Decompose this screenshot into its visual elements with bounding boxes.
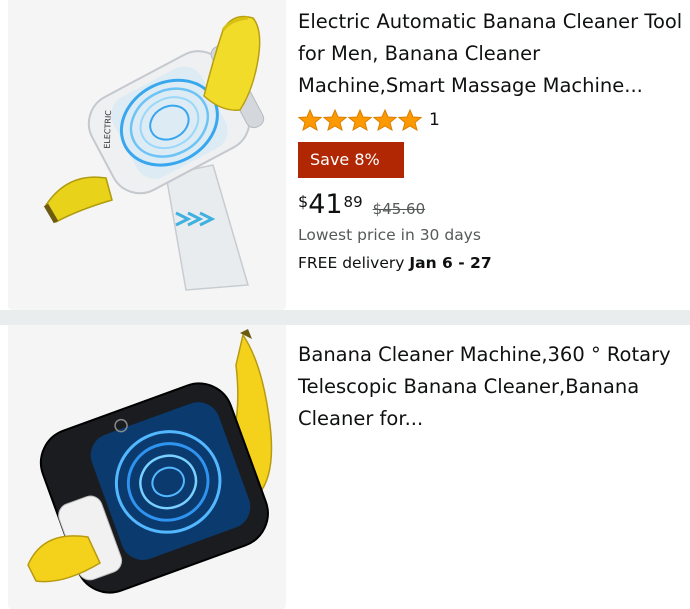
save-badge: Save 8% (298, 142, 404, 178)
device-brand-text: ELECTRIC (103, 110, 113, 149)
product-info: Electric Automatic Banana Cleaner Tool f… (298, 6, 683, 272)
price-row: $ 41 89 $45.60 (298, 190, 683, 224)
lowest-price-note: Lowest price in 30 days (298, 226, 481, 244)
product-title[interactable]: Banana Cleaner Machine,360 ° Rotary Tele… (298, 339, 683, 435)
product-image[interactable] (8, 325, 286, 609)
product-card[interactable]: ELECTRIC Electric Automatic Banana Clean… (0, 0, 690, 310)
delivery-info: FREE delivery Jan 6 - 27 (298, 254, 683, 272)
delivery-dates: Jan 6 - 27 (409, 254, 492, 272)
star-icon (298, 109, 322, 131)
card-separator (0, 310, 690, 325)
star-icon (348, 109, 372, 131)
product-title[interactable]: Electric Automatic Banana Cleaner Tool f… (298, 6, 683, 102)
product-image[interactable]: ELECTRIC (8, 0, 286, 310)
product-info: Banana Cleaner Machine,360 ° Rotary Tele… (298, 339, 683, 435)
price-whole: 41 (308, 189, 343, 220)
rating-row[interactable]: 1 (298, 106, 683, 134)
price-fraction: 89 (343, 193, 363, 211)
delivery-label: FREE delivery (298, 254, 405, 272)
product-card[interactable]: Banana Cleaner Machine,360 ° Rotary Tele… (0, 325, 690, 609)
price-symbol: $ (298, 192, 309, 211)
star-rating[interactable] (298, 109, 423, 131)
star-icon (323, 109, 347, 131)
rating-count[interactable]: 1 (429, 110, 440, 130)
banana-cleaner-cylinder-icon: ELECTRIC (43, 15, 265, 291)
star-icon (398, 109, 422, 131)
star-icon (373, 109, 397, 131)
list-price: $45.60 (372, 200, 426, 218)
banana-cleaner-box-icon (27, 329, 273, 594)
